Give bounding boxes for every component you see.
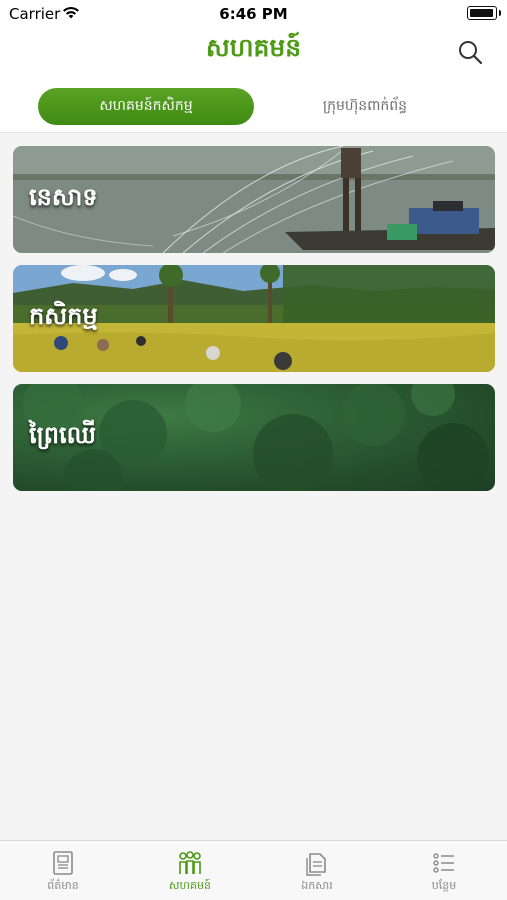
category-label: ព្រៃឈើ xyxy=(29,421,96,449)
status-time: 6:46 PM xyxy=(219,5,288,23)
tab-documents[interactable]: ឯកសារ xyxy=(254,841,380,900)
segment-agri-community[interactable]: សហគមន៍កសិកម្ម xyxy=(38,88,254,125)
status-bar: Carrier 6:46 PM xyxy=(0,0,507,28)
documents-icon xyxy=(306,853,326,876)
segment-related-companies[interactable]: ក្រុមហ៊ុនពាក់ព័ន្ធ xyxy=(262,88,468,125)
tab-community[interactable]: សហគមន៍ xyxy=(127,841,253,900)
top-area: Carrier 6:46 PM សហគមន៍ សហគមន៍កសិកម្ម ក្រ… xyxy=(0,0,507,133)
search-icon xyxy=(459,41,483,65)
category-label: កសិកម្ម xyxy=(29,302,98,330)
tab-bar: ព័ត៌មាន សហគមន៍ ឯកសារ បន្ថែម xyxy=(0,840,507,900)
category-label: នេសាទ xyxy=(29,183,98,211)
tab-more[interactable]: បន្ថែម xyxy=(381,841,507,900)
community-icon xyxy=(179,851,201,874)
search-button[interactable] xyxy=(455,37,487,69)
battery-icon xyxy=(467,6,501,20)
category-card-forest[interactable]: ព្រៃឈើ xyxy=(13,384,495,491)
tab-label: ឯកសារ xyxy=(301,879,333,892)
tab-label: សហគមន៍ xyxy=(169,879,211,892)
category-card-agriculture[interactable]: កសិកម្ម xyxy=(13,265,495,372)
category-card-fishing[interactable]: នេសាទ xyxy=(13,146,495,253)
tab-label: បន្ថែម xyxy=(431,879,457,892)
more-list-icon xyxy=(433,853,454,873)
tab-label: ព័ត៌មាន xyxy=(47,879,79,892)
news-icon xyxy=(53,851,73,875)
page-title: សហគមន៍ xyxy=(205,33,302,62)
tab-news[interactable]: ព័ត៌មាន xyxy=(0,841,126,900)
